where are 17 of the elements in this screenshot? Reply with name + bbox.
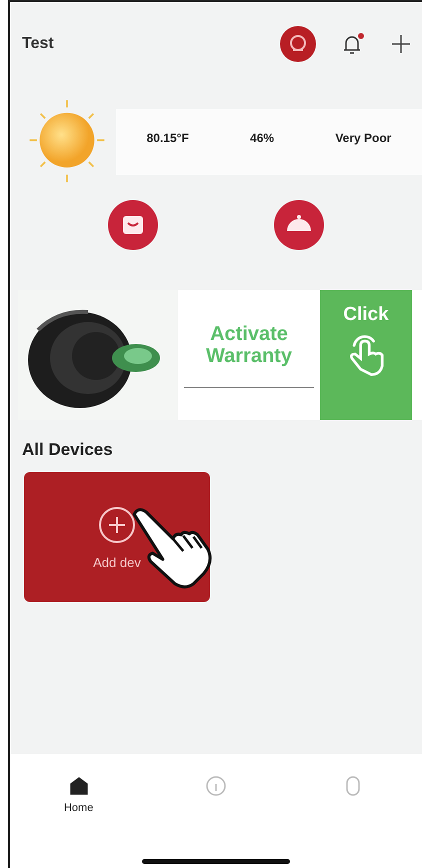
shortcut-icon[interactable] [108, 200, 158, 250]
warranty-banner[interactable]: Activate Warranty Click [18, 290, 422, 420]
weather-reading: 46% [250, 131, 274, 145]
chat-icon[interactable] [280, 26, 316, 62]
section-title: All Devices [22, 440, 114, 460]
shortcut-icon[interactable] [274, 200, 324, 250]
device-label: Add dev [93, 554, 141, 570]
add-device-card[interactable]: Add dev [24, 472, 210, 602]
click-button[interactable]: Click [320, 290, 412, 420]
info-icon [204, 774, 228, 798]
banner-title: Activate Warranty [205, 322, 293, 366]
tab[interactable]: Home [38, 774, 119, 818]
plus-icon[interactable] [390, 33, 412, 55]
weather-reading: Very Poor [335, 131, 392, 145]
home-title: Test [22, 35, 54, 53]
add-icon [97, 504, 137, 544]
weather-reading: 80.15°F [146, 131, 189, 145]
